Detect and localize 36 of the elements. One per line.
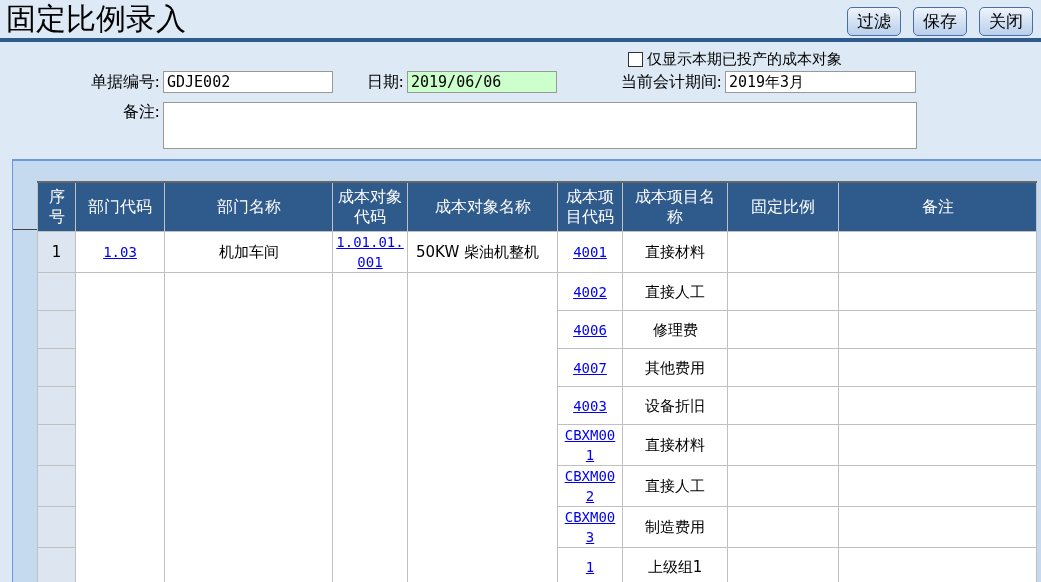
- column-header: 序号: [37, 182, 76, 232]
- field-label: 日期:: [365, 71, 404, 93]
- column-header: 成本对象名称: [407, 182, 558, 232]
- column-header: 部门名称: [164, 182, 333, 232]
- checkbox[interactable]: [628, 51, 643, 67]
- checkbox-label: 仅显示本期已投产的成本对象: [647, 49, 842, 69]
- column-header: 固定比例: [727, 182, 839, 232]
- page-title: 固定比例录入: [6, 0, 186, 38]
- table-cell: 制造费用: [622, 506, 728, 548]
- toolbar-button[interactable]: 过滤: [847, 7, 901, 36]
- column-header: 成本项目代码: [557, 182, 623, 232]
- field-label: 当前会计期间:: [619, 71, 722, 93]
- table-cell: 直接人工: [622, 272, 728, 311]
- doc-number-field[interactable]: GDJE002: [163, 71, 333, 93]
- column-header: 成本对象代码: [332, 182, 408, 232]
- column-header: 部门代码: [75, 182, 165, 232]
- field-label: 单据编号:: [89, 71, 160, 93]
- column-header: 成本项目名称: [622, 182, 728, 232]
- toolbar-button[interactable]: 保存: [913, 7, 967, 36]
- table-cell: 设备折旧: [622, 386, 728, 425]
- field-label: 备注:: [121, 102, 160, 123]
- table-cell: 其他费用: [622, 348, 728, 387]
- item-code-link[interactable]: 1: [585, 556, 595, 577]
- row-number: 1: [37, 231, 76, 273]
- table-cell: 50KW 柴油机整机: [407, 231, 558, 273]
- toolbar-button[interactable]: 关闭: [979, 7, 1033, 36]
- note-field[interactable]: [163, 102, 917, 149]
- table-cell: 直接材料: [622, 424, 728, 466]
- table-cell: 修理费: [622, 310, 728, 349]
- date-field[interactable]: 2019/06/06: [407, 71, 557, 93]
- table-cell: 直接材料: [622, 231, 728, 273]
- column-header: 备注: [838, 182, 1037, 232]
- dept-code-link[interactable]: 1.03: [103, 242, 137, 262]
- table-cell: 机加车间: [164, 231, 333, 273]
- table-cell: 直接人工: [622, 465, 728, 507]
- period-field[interactable]: 2019年3月: [725, 71, 916, 93]
